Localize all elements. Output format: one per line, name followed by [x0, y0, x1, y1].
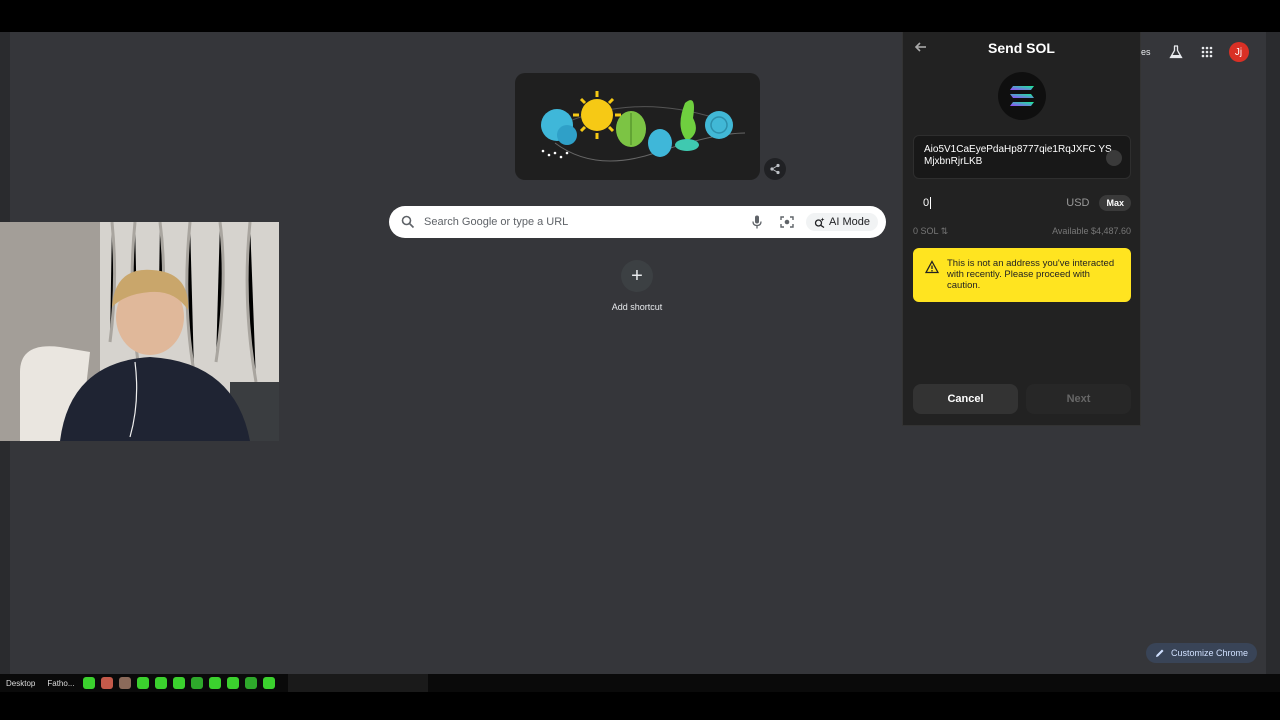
plus-icon: + — [621, 260, 653, 292]
microphone-icon — [752, 215, 762, 229]
doodle-artwork-icon — [541, 91, 746, 162]
bottom-letterbox — [0, 692, 1280, 720]
app-icon[interactable] — [263, 677, 276, 689]
google-search-box[interactable]: AI Mode — [389, 206, 886, 238]
account-avatar[interactable]: Jj — [1228, 42, 1249, 62]
app-icon[interactable] — [191, 677, 204, 689]
search-icon — [401, 215, 415, 229]
google-doodle[interactable] — [515, 73, 760, 180]
webcam-person-image-icon — [0, 222, 279, 441]
address-warning-banner: This is not an address you've interacted… — [913, 248, 1131, 302]
sol-equivalent-toggle[interactable]: 0 SOL ⇅ — [913, 226, 948, 237]
app-icon[interactable] — [101, 677, 114, 689]
taskbar-item-fathom[interactable]: Fatho... — [41, 679, 80, 688]
app-icon[interactable] — [227, 677, 240, 689]
app-icon[interactable] — [119, 677, 132, 689]
ai-mode-label: AI Mode — [829, 216, 870, 228]
app-icon[interactable] — [155, 677, 168, 689]
pencil-icon — [1156, 649, 1164, 657]
ai-sparkle-search-icon — [814, 217, 825, 228]
google-apps-button[interactable] — [1198, 43, 1216, 61]
customize-chrome-label: Customize Chrome — [1171, 648, 1249, 658]
max-button[interactable]: Max — [1099, 195, 1131, 211]
app-icon[interactable] — [209, 677, 222, 689]
wallet-action-buttons: Cancel Next — [913, 384, 1131, 414]
camera-lens-icon — [780, 216, 794, 228]
available-balance: Available $4,487.60 — [1052, 226, 1131, 236]
wallet-send-popup: Send SOL Aio5V1CaEyePdaHp8777qie1RqJXFC … — [902, 32, 1141, 426]
recipient-address-field[interactable]: Aio5V1CaEyePdaHp8777qie1RqJXFC YSMjxbnRj… — [913, 135, 1131, 179]
clear-address-icon[interactable] — [1106, 150, 1122, 166]
top-right-toolbar: ges Jj — [1136, 42, 1249, 62]
solana-icon — [1010, 86, 1034, 106]
voice-search-button[interactable] — [749, 214, 765, 230]
amount-currency: USD — [1066, 197, 1090, 209]
recipient-address-value: Aio5V1CaEyePdaHp8777qie1RqJXFC YSMjxbnRj… — [924, 144, 1112, 167]
cancel-button[interactable]: Cancel — [913, 384, 1018, 414]
warning-text: This is not an address you've interacted… — [947, 258, 1115, 291]
share-icon — [770, 163, 780, 175]
right-window-edge — [1266, 32, 1280, 674]
search-input[interactable] — [424, 216, 743, 228]
text-caret — [930, 197, 932, 209]
solana-token-logo — [998, 72, 1046, 120]
add-shortcut-tile[interactable]: + Add shortcut — [600, 260, 674, 312]
taskbar-item-desktop[interactable]: Desktop — [0, 679, 41, 688]
warning-triangle-icon — [925, 260, 939, 274]
amount-subinfo-row: 0 SOL ⇅ Available $4,487.60 — [913, 226, 1131, 237]
back-arrow-icon[interactable] — [913, 39, 929, 55]
customize-chrome-button[interactable]: Customize Chrome — [1146, 643, 1258, 663]
webcam-overlay — [0, 222, 279, 441]
flask-icon — [1168, 45, 1183, 59]
amount-value: 0 — [923, 197, 930, 209]
wallet-title: Send SOL — [988, 40, 1055, 56]
add-shortcut-label: Add shortcut — [611, 302, 663, 312]
labs-button[interactable] — [1167, 43, 1185, 61]
amount-input-field[interactable]: 0 USD Max — [913, 192, 1131, 214]
taskbar: Desktop Fatho... — [0, 674, 1280, 692]
ai-mode-button[interactable]: AI Mode — [806, 213, 878, 231]
wallet-header: Send SOL — [903, 32, 1140, 62]
app-icon[interactable] — [245, 677, 258, 689]
share-doodle-button[interactable] — [764, 158, 786, 180]
taskbar-active-window[interactable] — [288, 674, 429, 692]
lens-search-button[interactable] — [779, 214, 795, 230]
app-icon[interactable] — [137, 677, 150, 689]
app-icon[interactable] — [83, 677, 96, 689]
next-button[interactable]: Next — [1026, 384, 1131, 414]
app-icon[interactable] — [173, 677, 186, 689]
apps-grid-icon — [1201, 46, 1212, 58]
